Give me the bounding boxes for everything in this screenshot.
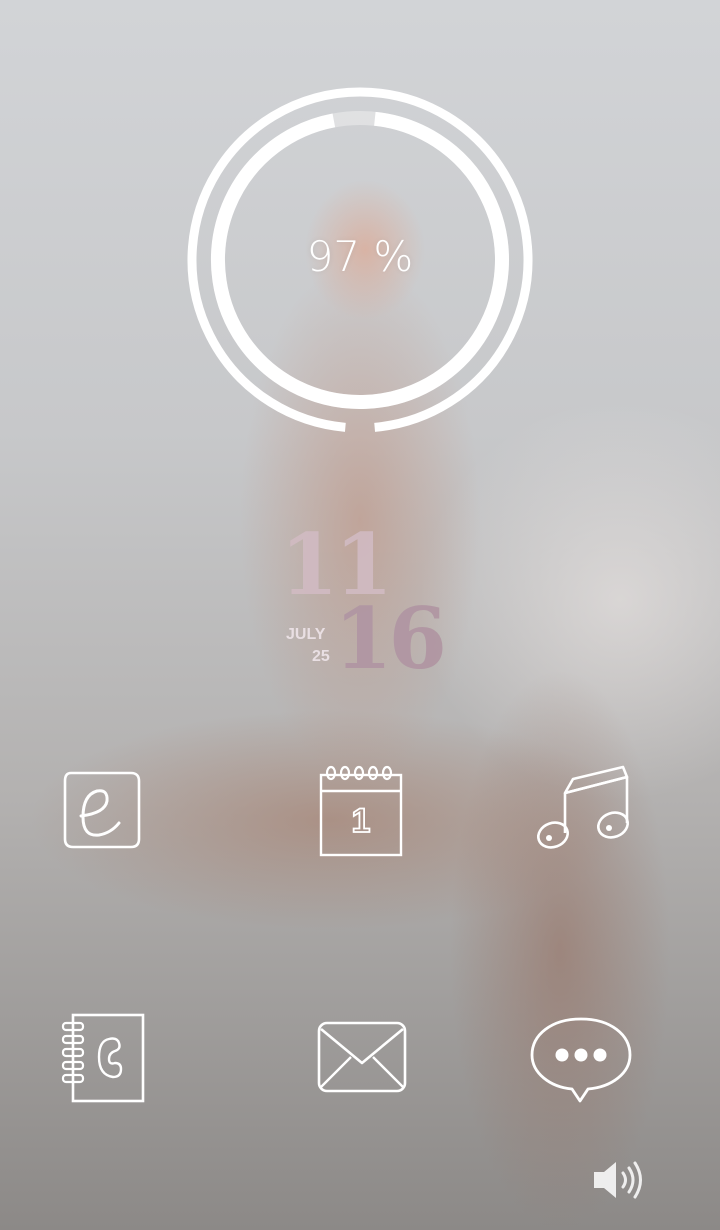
app-calendar[interactable]: 1 <box>306 754 416 864</box>
app-contacts[interactable] <box>46 1000 156 1110</box>
app-messages[interactable] <box>526 1000 636 1110</box>
clock-month: JULY <box>286 626 326 643</box>
clock-widget: 11 16 <box>280 520 460 690</box>
music-note-icon <box>537 765 629 849</box>
clock-minute: 16 <box>334 589 447 688</box>
contacts-book-icon <box>61 1013 145 1103</box>
chat-bubble-icon <box>530 1017 632 1103</box>
battery-percent: 97 % <box>306 232 414 281</box>
calendar-day-label: 1 <box>352 802 371 840</box>
app-music[interactable] <box>526 754 636 864</box>
app-email[interactable] <box>306 1000 416 1110</box>
volume-button[interactable] <box>588 1156 652 1204</box>
clock-day: 25 <box>312 648 330 665</box>
envelope-icon <box>317 1021 407 1093</box>
app-browser[interactable] <box>46 754 156 864</box>
lock-screen: 97 % 11 16 JULY 25 1 <box>0 0 720 1230</box>
battery-widget: 97 % <box>184 84 536 436</box>
speaker-volume-icon <box>594 1161 642 1199</box>
browser-e-icon <box>63 771 141 849</box>
calendar-icon: 1 <box>319 765 403 857</box>
